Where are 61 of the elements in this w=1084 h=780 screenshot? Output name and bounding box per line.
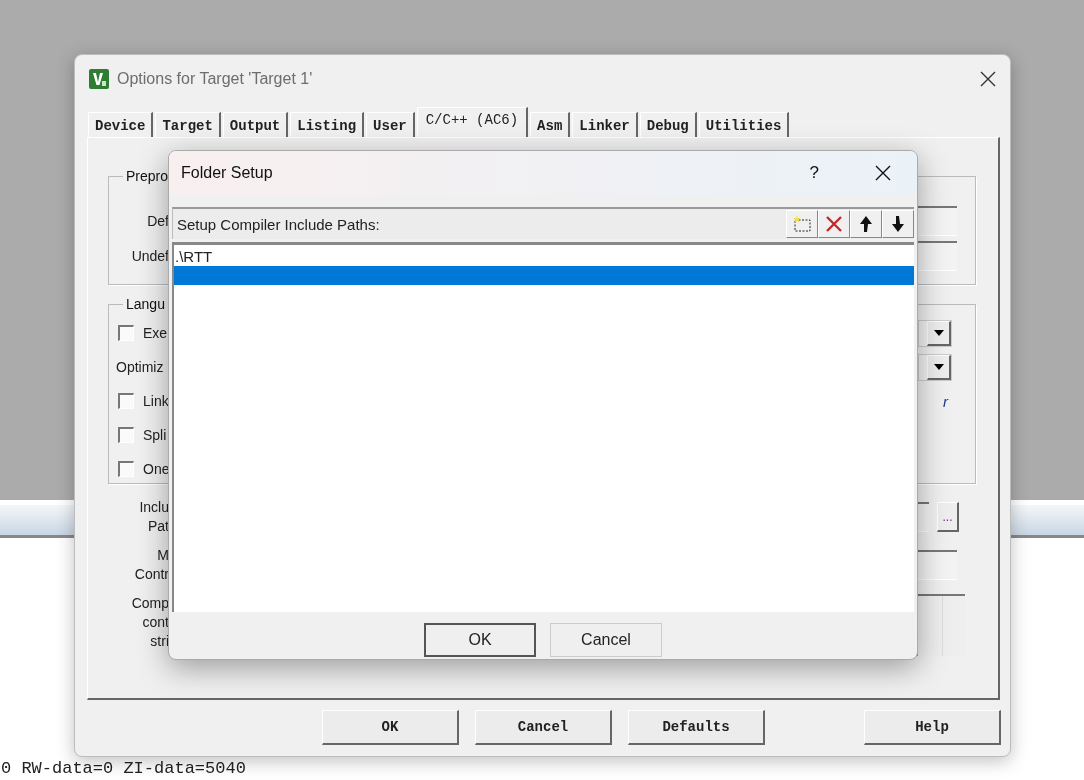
checkbox-label: Link	[143, 393, 169, 409]
input-field[interactable]	[917, 205, 957, 236]
arrow-down-icon	[891, 215, 905, 233]
caret-icon	[933, 329, 944, 336]
browse-button[interactable]: ...	[937, 502, 959, 532]
delete-button[interactable]	[818, 210, 850, 238]
field-label: cont	[142, 613, 169, 632]
checkbox-label: One	[143, 461, 170, 477]
close-icon[interactable]	[875, 165, 891, 181]
dialog-title: Folder Setup	[181, 164, 274, 182]
field-label: stri	[150, 632, 169, 651]
checkbox[interactable]	[118, 325, 134, 341]
checkbox[interactable]	[118, 393, 134, 409]
tab[interactable]: Device	[88, 112, 154, 137]
field-label: Def	[146, 212, 169, 229]
field-label: Inclu	[139, 498, 169, 517]
tab[interactable]: C/C++ (AC6)	[416, 107, 529, 137]
arrow-up-icon	[859, 215, 873, 233]
tab[interactable]: Listing	[290, 112, 365, 137]
new-folder-button[interactable]	[786, 210, 818, 238]
tab[interactable]: Asm	[530, 112, 571, 137]
toolbar-label: Setup Compiler Include Paths:	[177, 215, 380, 233]
new-folder-icon	[792, 215, 812, 233]
checkbox[interactable]	[118, 427, 134, 443]
move-up-button[interactable]	[850, 210, 882, 238]
field-label: M	[157, 546, 169, 565]
field-label: Optimiz	[116, 359, 164, 375]
dialog-button[interactable]: Defaults	[628, 710, 765, 745]
tab[interactable]: Linker	[572, 112, 638, 137]
help-button[interactable]: ?	[809, 163, 819, 183]
dropdown[interactable]	[918, 319, 952, 347]
field-label: Contr	[134, 565, 169, 584]
caret-icon	[933, 363, 944, 370]
dialog-button[interactable]: Cancel	[550, 623, 662, 657]
field-label: Pat	[148, 517, 169, 536]
checkbox[interactable]	[118, 461, 134, 477]
window-title: Options for Target 'Target 1'	[117, 70, 314, 88]
build-output-text: 0 RW-data=0 ZI-data=5040	[1, 759, 246, 778]
close-icon[interactable]	[980, 71, 996, 87]
tab[interactable]: Target	[155, 112, 221, 137]
input-field[interactable]	[917, 550, 957, 580]
dialog-button[interactable]: OK	[424, 623, 536, 657]
checkbox-label: Spli	[143, 427, 167, 443]
list-item[interactable]: .\RTT	[174, 247, 914, 266]
tab[interactable]: Output	[222, 112, 289, 137]
tab[interactable]: User	[366, 112, 415, 137]
field-label: Undef	[130, 247, 169, 264]
group-legend: Langu	[123, 296, 168, 312]
app-icon	[89, 69, 109, 89]
dialog-button[interactable]: Cancel	[475, 710, 612, 745]
field-label: Comp	[131, 594, 169, 613]
dialog-button[interactable]: OK	[322, 710, 459, 745]
dropdown[interactable]	[918, 353, 952, 381]
option-text: r	[943, 392, 948, 410]
checkbox-label: Exe	[143, 325, 168, 341]
input-field[interactable]	[917, 240, 957, 271]
move-down-button[interactable]	[882, 210, 914, 238]
tab[interactable]: Debug	[639, 112, 697, 137]
tab[interactable]: Utilities	[698, 112, 790, 137]
delete-icon	[825, 215, 843, 233]
dialog-button[interactable]: Help	[864, 710, 1001, 745]
